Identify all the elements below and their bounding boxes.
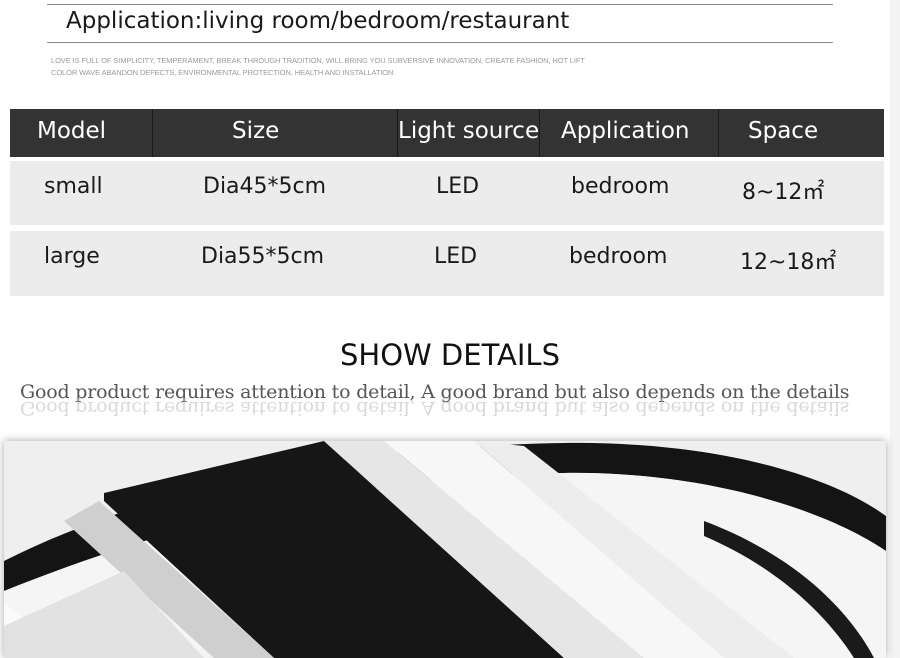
col-header-space: Space <box>748 118 819 144</box>
cell-space: 8~12㎡ <box>742 180 825 205</box>
col-header-light-source: Light source <box>398 118 540 144</box>
top-divider <box>47 4 833 5</box>
tagline-line-1: LOVE IS FULL OF SIMPLICITY, TEMPERAMENT,… <box>51 56 585 65</box>
tagline: LOVE IS FULL OF SIMPLICITY, TEMPERAMENT,… <box>51 55 671 79</box>
column-divider <box>539 109 540 157</box>
cell-light-source: LED <box>436 174 480 199</box>
section-subtitle-reflection: Good product requires attention to detai… <box>20 397 850 419</box>
spec-table: Model Size Light source Application Spac… <box>10 109 884 296</box>
cell-model: large <box>44 244 100 269</box>
col-header-model: Model <box>37 118 107 144</box>
cell-application: bedroom <box>571 174 670 199</box>
cell-space: 12~18㎡ <box>740 250 837 275</box>
column-divider <box>718 109 719 157</box>
section-title: SHOW DETAILS <box>339 338 560 372</box>
cell-application: bedroom <box>569 244 668 269</box>
tagline-line-2: COLOR WAVE ABANDON DEFECTS, ENVIRONMENTA… <box>51 68 394 77</box>
cell-size: Dia45*5cm <box>203 174 327 199</box>
cell-light-source: LED <box>434 244 478 269</box>
lamp-closeup-image <box>4 441 886 658</box>
table-row: large Dia55*5cm LED bedroom 12~18㎡ <box>10 231 884 296</box>
page-edge <box>890 0 900 658</box>
cell-model: small <box>44 174 103 199</box>
table-header: Model Size Light source Application Spac… <box>10 109 884 157</box>
column-divider <box>152 109 153 157</box>
col-header-size: Size <box>232 118 280 144</box>
header-divider <box>47 42 833 43</box>
application-line: Application:living room/bedroom/restaura… <box>66 8 570 34</box>
cell-size: Dia55*5cm <box>201 244 325 269</box>
col-header-application: Application <box>561 118 690 144</box>
table-row: small Dia45*5cm LED bedroom 8~12㎡ <box>10 161 884 225</box>
product-detail-photo <box>4 441 886 658</box>
